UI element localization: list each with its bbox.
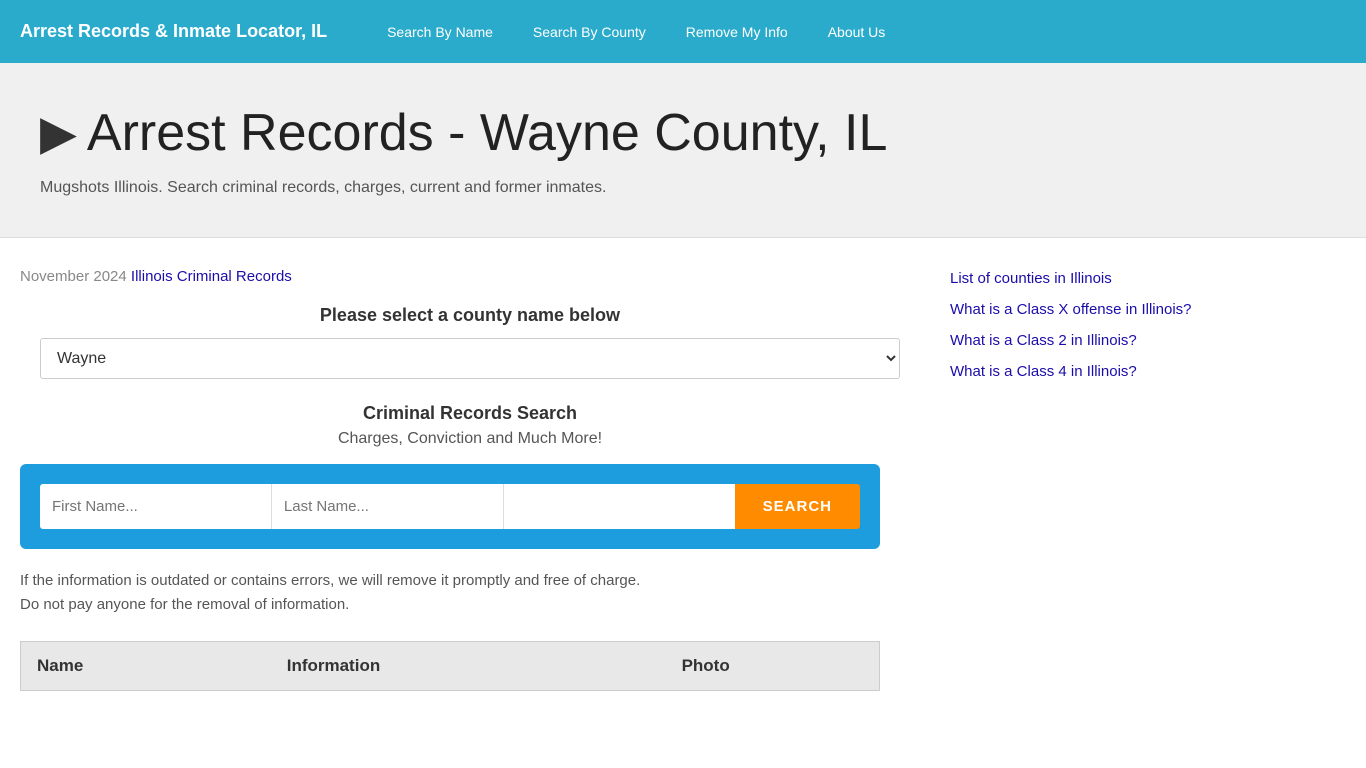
nav-link-search-by-name[interactable]: Search By Name	[367, 0, 513, 63]
sidebar-list-item-4: What is a Class 4 in Illinois?	[950, 361, 1220, 382]
hero-section: ▶ Arrest Records - Wayne County, IL Mugs…	[0, 63, 1366, 238]
class-x-link[interactable]: What is a Class X offense in Illinois?	[950, 301, 1192, 318]
nav-links: Search By Name Search By County Remove M…	[367, 0, 905, 63]
sidebar-list-item-3: What is a Class 2 in Illinois?	[950, 330, 1220, 351]
county-select-section: Please select a county name below Wayne …	[20, 305, 920, 379]
search-form-container: Illinois SEARCH	[20, 464, 880, 549]
table-col-name-header: Name	[21, 642, 271, 690]
nav-link-search-by-county[interactable]: Search By County	[513, 0, 666, 63]
last-name-input[interactable]	[271, 484, 503, 529]
results-table-header: Name Information Photo	[20, 641, 880, 691]
county-select-dropdown[interactable]: Wayne Adams Alexander Bond Boone Brown B…	[40, 338, 900, 379]
county-select-label: Please select a county name below	[20, 305, 920, 326]
sidebar-list-item-1: List of counties in Illinois	[950, 268, 1220, 289]
state-input[interactable]: Illinois	[503, 484, 735, 529]
nav-link-remove-my-info[interactable]: Remove My Info	[666, 0, 808, 63]
date-line: November 2024 Illinois Criminal Records	[20, 268, 920, 285]
illinois-criminal-records-link[interactable]: Illinois Criminal Records	[131, 268, 292, 285]
disclaimer-text: If the information is outdated or contai…	[20, 569, 880, 617]
navbar: Arrest Records & Inmate Locator, IL Sear…	[0, 0, 1366, 63]
criminal-search-subtitle: Charges, Conviction and Much More!	[20, 430, 920, 448]
table-col-info-header: Information	[271, 642, 666, 690]
hero-title: ▶ Arrest Records - Wayne County, IL	[40, 103, 1326, 163]
nav-link-about-us[interactable]: About Us	[808, 0, 906, 63]
right-sidebar: List of counties in Illinois What is a C…	[920, 268, 1220, 691]
date-text: November 2024	[20, 268, 127, 285]
search-button[interactable]: SEARCH	[735, 484, 860, 529]
left-column: November 2024 Illinois Criminal Records …	[20, 268, 920, 691]
sidebar-list-item-2: What is a Class X offense in Illinois?	[950, 299, 1220, 320]
main-content: November 2024 Illinois Criminal Records …	[0, 238, 1366, 721]
play-icon: ▶	[40, 105, 77, 161]
class-4-link[interactable]: What is a Class 4 in Illinois?	[950, 363, 1137, 380]
search-inputs: Illinois SEARCH	[40, 484, 860, 529]
first-name-input[interactable]	[40, 484, 271, 529]
sidebar-links-list: List of counties in Illinois What is a C…	[950, 268, 1220, 382]
hero-title-text: Arrest Records - Wayne County, IL	[87, 103, 888, 163]
criminal-search-title: Criminal Records Search	[20, 403, 920, 424]
nav-brand: Arrest Records & Inmate Locator, IL	[20, 21, 327, 42]
criminal-search-section: Criminal Records Search Charges, Convict…	[20, 403, 920, 448]
hero-subtitle: Mugshots Illinois. Search criminal recor…	[40, 179, 1326, 197]
table-col-photo-header: Photo	[666, 642, 879, 690]
class-2-link[interactable]: What is a Class 2 in Illinois?	[950, 332, 1137, 349]
list-counties-link[interactable]: List of counties in Illinois	[950, 270, 1112, 287]
